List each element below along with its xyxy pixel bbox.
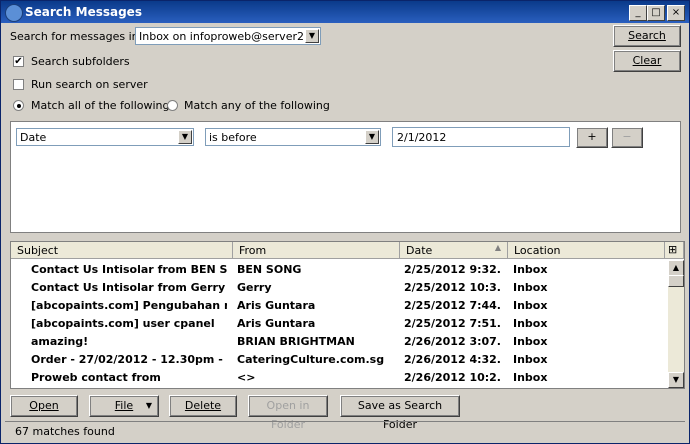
maximize-button[interactable]: □ (647, 5, 665, 21)
table-row[interactable]: [abcopaints.com] Pengubahan n... Aris Gun… (11, 296, 666, 314)
cell-date: 2/26/2012 4:32... (404, 353, 500, 366)
chevron-down-icon: ▼ (145, 401, 152, 410)
cell-location: Inbox (513, 335, 548, 348)
search-folder-select[interactable]: Inbox on infoproweb@server2p... ▼ (135, 27, 321, 45)
results-scrollbar[interactable]: ▲ ▼ (668, 260, 684, 388)
remove-rule-button[interactable]: − (611, 127, 643, 148)
chevron-down-icon: ▼ (365, 130, 379, 144)
cell-from: BRIAN BRIGHTMAN (237, 335, 355, 348)
search-messages-window: Search Messages _ □ × Search for message… (0, 0, 690, 444)
scroll-thumb[interactable] (668, 275, 684, 287)
column-header-date[interactable]: Date ▲ (400, 242, 508, 259)
table-row[interactable]: Proweb contact from <> 2/26/2012 10:2... In… (11, 368, 666, 386)
cell-from: Aris Guntara (237, 299, 316, 312)
column-picker-icon[interactable]: ⊞ (665, 242, 684, 259)
rule-value-text: 2/1/2012 (397, 131, 447, 144)
cell-date: 2/25/2012 7:51... (404, 317, 500, 330)
cell-location: Inbox (513, 299, 548, 312)
rule-operator-value: is before (209, 131, 257, 144)
radio-dot (17, 104, 21, 108)
column-header-from[interactable]: From (233, 242, 400, 259)
cell-location: Inbox (513, 371, 548, 384)
status-bar: 67 matches found (5, 421, 685, 440)
match-any-label: Match any of the following (184, 99, 330, 112)
search-folder-value: Inbox on infoproweb@server2p... (139, 30, 303, 43)
cell-date: 2/25/2012 7:44... (404, 299, 500, 312)
table-row[interactable]: Contact Us Intisolar from Gerry Gerry 2/25… (11, 278, 666, 296)
match-count: 67 matches found (15, 425, 115, 438)
search-subfolders-label: Search subfolders (31, 55, 130, 68)
file-button[interactable]: File ▼ (89, 395, 159, 417)
cell-location: Inbox (513, 317, 548, 330)
match-any-radio[interactable] (167, 100, 178, 111)
cell-date: 2/25/2012 9:32... (404, 263, 500, 276)
table-row[interactable]: Contact Us Intisolar from BEN SONG BEN SO… (11, 260, 666, 278)
app-icon (5, 4, 23, 22)
rule-field-value: Date (20, 131, 47, 144)
rule-value-input[interactable]: 2/1/2012 (392, 127, 570, 147)
cell-from: <> (237, 371, 256, 384)
column-header-location[interactable]: Location (508, 242, 665, 259)
match-all-label: Match all of the following (31, 99, 170, 112)
cell-date: 2/25/2012 10:3... (404, 281, 500, 294)
cell-date: 2/26/2012 3:07... (404, 335, 500, 348)
run-on-server-checkbox[interactable] (13, 79, 24, 90)
cell-location: Inbox (513, 263, 548, 276)
table-row[interactable]: amazing! BRIAN BRIGHTMAN 2/26/2012 3:07...… (11, 332, 666, 350)
table-row[interactable]: Order - 27/02/2012 - 12.30pm - ... Cateri… (11, 350, 666, 368)
cell-subject: Contact Us Intisolar from Gerry (31, 281, 226, 294)
chevron-down-icon: ▼ (178, 130, 192, 144)
add-rule-button[interactable]: + (576, 127, 608, 148)
search-in-label: Search for messages in: (10, 30, 143, 43)
search-subfolders-checkbox[interactable]: ✔ (13, 56, 24, 67)
results-list: Subject From Date ▲ Location ⊞ Contact Us… (10, 241, 685, 389)
cell-location: Inbox (513, 281, 548, 294)
delete-button[interactable]: Delete (169, 395, 237, 417)
clear-button[interactable]: Clear (613, 50, 681, 72)
chevron-down-icon: ▼ (305, 29, 319, 43)
search-button[interactable]: Search (613, 25, 681, 47)
title-bar: Search Messages _ □ × (1, 1, 689, 23)
cell-subject: amazing! (31, 335, 89, 348)
cell-subject: Contact Us Intisolar from BEN SONG (31, 263, 227, 276)
scroll-up-icon[interactable]: ▲ (668, 260, 684, 276)
save-as-search-folder-button[interactable]: Save as Search Folder (340, 395, 460, 431)
rule-field-select[interactable]: Date ▼ (16, 128, 194, 146)
cell-from: Aris Guntara (237, 317, 316, 330)
cell-subject: [abcopaints.com] Pengubahan n... (31, 299, 227, 312)
cell-subject: [abcopaints.com] user cpanel (31, 317, 215, 330)
cell-subject: Proweb contact from (31, 371, 161, 384)
column-header-date-label: Date (406, 244, 433, 257)
cell-subject: Order - 27/02/2012 - 12.30pm - ... (31, 353, 227, 366)
run-on-server-label: Run search on server (31, 78, 148, 91)
cell-location: Inbox (513, 353, 548, 366)
window-title: Search Messages (25, 5, 142, 19)
open-button[interactable]: Open (10, 395, 78, 417)
close-button[interactable]: × (667, 5, 685, 21)
minimize-button[interactable]: _ (629, 5, 647, 21)
scroll-down-icon[interactable]: ▼ (668, 372, 684, 388)
cell-from: Gerry (237, 281, 272, 294)
sort-ascending-icon: ▲ (494, 243, 501, 252)
search-criteria-panel: Date ▼ is before ▼ 2/1/2012 + − (10, 121, 681, 233)
column-header-subject[interactable]: Subject (11, 242, 233, 259)
rule-operator-select[interactable]: is before ▼ (205, 128, 381, 146)
cell-date: 2/26/2012 10:2... (404, 371, 500, 384)
table-row[interactable]: [abcopaints.com] user cpanel Aris Guntara… (11, 314, 666, 332)
cell-from: CateringCulture.com.sg (237, 353, 385, 366)
open-in-folder-button[interactable]: Open in Folder (248, 395, 328, 431)
cell-from: BEN SONG (237, 263, 302, 276)
match-all-radio[interactable] (13, 100, 24, 111)
